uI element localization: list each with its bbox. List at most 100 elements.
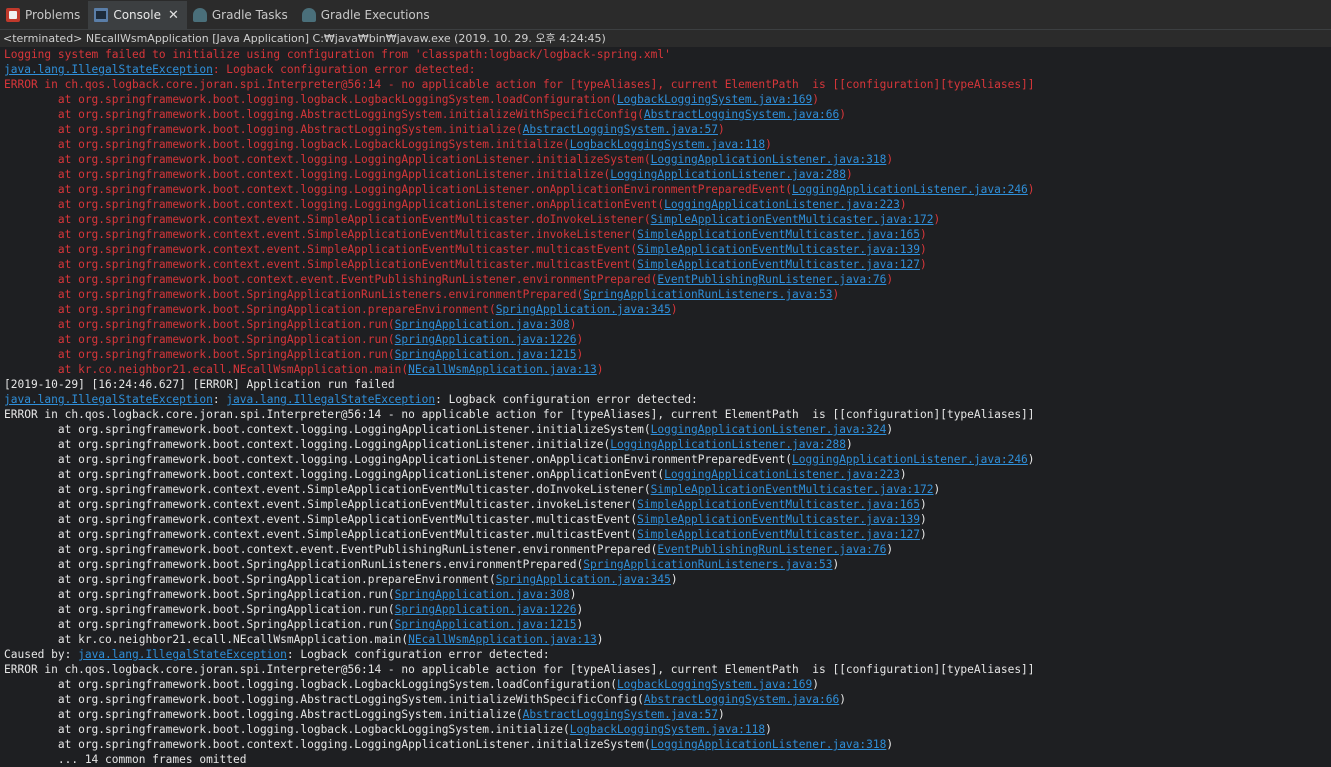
stacktrace-link[interactable]: LoggingApplicationListener.java:246: [792, 183, 1028, 196]
stacktrace-link[interactable]: LoggingApplicationListener.java:318: [651, 153, 887, 166]
console-line: ERROR in ch.qos.logback.core.joran.spi.I…: [4, 77, 1331, 92]
stacktrace-link[interactable]: EventPublishingRunListener.java:76: [657, 273, 886, 286]
stacktrace-link[interactable]: LoggingApplicationListener.java:288: [610, 438, 846, 451]
console-text: ): [1027, 183, 1035, 196]
console-line: at org.springframework.boot.context.logg…: [4, 152, 1331, 167]
stacktrace-link[interactable]: SpringApplication.java:308: [395, 318, 570, 331]
console-text: ): [717, 123, 725, 136]
console-text: ): [569, 588, 577, 601]
console-text: at org.springframework.boot.SpringApplic…: [4, 318, 395, 331]
stacktrace-link[interactable]: AbstractLoggingSystem.java:57: [523, 123, 718, 136]
console-text: at org.springframework.boot.context.logg…: [4, 183, 793, 196]
console-line: ERROR in ch.qos.logback.core.joran.spi.I…: [4, 407, 1331, 422]
stacktrace-link[interactable]: SpringApplication.java:1215: [395, 618, 577, 631]
tab-problems[interactable]: Problems: [0, 1, 88, 29]
stacktrace-link[interactable]: LogbackLoggingSystem.java:118: [570, 138, 765, 151]
tab-label: Gradle Tasks: [211, 8, 288, 22]
console-line: at kr.co.neighbor21.ecall.NEcallWsmAppli…: [4, 362, 1331, 377]
console-line: at org.springframework.boot.logging.Abst…: [4, 692, 1331, 707]
stacktrace-link[interactable]: SpringApplication.java:345: [496, 573, 671, 586]
tab-gradle-executions[interactable]: Gradle Executions: [296, 1, 438, 29]
stacktrace-link[interactable]: SpringApplication.java:1226: [395, 333, 577, 346]
console-text: at org.springframework.boot.logging.logb…: [4, 723, 570, 736]
stacktrace-link[interactable]: SpringApplication.java:1226: [395, 603, 577, 616]
console-text: at org.springframework.context.event.Sim…: [4, 483, 651, 496]
problems-icon: [6, 8, 20, 22]
stacktrace-link[interactable]: LogbackLoggingSystem.java:169: [617, 678, 812, 691]
console-text: at org.springframework.boot.SpringApplic…: [4, 603, 395, 616]
stacktrace-link[interactable]: SimpleApplicationEventMulticaster.java:1…: [637, 498, 920, 511]
tab-gradle-tasks[interactable]: Gradle Tasks: [187, 1, 296, 29]
stacktrace-link[interactable]: SimpleApplicationEventMulticaster.java:1…: [637, 228, 920, 241]
console-text: at org.springframework.context.event.Sim…: [4, 498, 638, 511]
tab-console[interactable]: Console ✕: [88, 1, 187, 29]
stacktrace-link[interactable]: SimpleApplicationEventMulticaster.java:1…: [637, 528, 920, 541]
stacktrace-link[interactable]: SimpleApplicationEventMulticaster.java:1…: [637, 243, 920, 256]
console-text: :: [212, 393, 227, 406]
console-text: ): [670, 303, 678, 316]
stacktrace-link[interactable]: SpringApplication.java:345: [496, 303, 671, 316]
console-text: ): [845, 168, 853, 181]
console-text: at org.springframework.boot.context.logg…: [4, 453, 793, 466]
gradle-executions-icon: [301, 8, 316, 22]
stacktrace-link[interactable]: java.lang.IllegalStateException: [4, 63, 213, 76]
console-text: at org.springframework.boot.context.logg…: [4, 738, 651, 751]
stacktrace-link[interactable]: java.lang.IllegalStateException: [226, 393, 435, 406]
console-line: at org.springframework.boot.SpringApplic…: [4, 572, 1331, 587]
console-text: ERROR in ch.qos.logback.core.joran.spi.I…: [4, 663, 1035, 676]
stacktrace-link[interactable]: AbstractLoggingSystem.java:57: [523, 708, 718, 721]
console-text: at org.springframework.boot.logging.Abst…: [4, 708, 523, 721]
stacktrace-link[interactable]: NEcallWsmApplication.java:13: [408, 363, 597, 376]
stacktrace-link[interactable]: java.lang.IllegalStateException: [4, 393, 213, 406]
console-line: java.lang.IllegalStateException: java.la…: [4, 392, 1331, 407]
console-line: ... 14 common frames omitted: [4, 752, 1331, 767]
console-text: ): [886, 423, 894, 436]
console-text: ): [920, 258, 927, 271]
console-text: at org.springframework.context.event.Sim…: [4, 243, 638, 256]
stacktrace-link[interactable]: LogbackLoggingSystem.java:118: [570, 723, 765, 736]
console-text: at org.springframework.boot.context.logg…: [4, 438, 611, 451]
stacktrace-link[interactable]: LoggingApplicationListener.java:223: [664, 468, 900, 481]
stacktrace-link[interactable]: SpringApplicationRunListeners.java:53: [583, 558, 832, 571]
console-text: at org.springframework.boot.SpringApplic…: [4, 348, 395, 361]
stacktrace-link[interactable]: LoggingApplicationListener.java:324: [651, 423, 887, 436]
console-text: at org.springframework.boot.logging.logb…: [4, 138, 570, 151]
stacktrace-link[interactable]: LoggingApplicationListener.java:246: [792, 453, 1028, 466]
console-text: at org.springframework.boot.context.logg…: [4, 168, 611, 181]
console-output[interactable]: Logging system failed to initialize usin…: [0, 47, 1331, 767]
console-text: at org.springframework.boot.SpringApplic…: [4, 558, 584, 571]
console-text: at org.springframework.boot.context.logg…: [4, 153, 651, 166]
stacktrace-link[interactable]: LoggingApplicationListener.java:288: [610, 168, 846, 181]
console-text: : Logback configuration error detected:: [435, 393, 705, 406]
console-line: at org.springframework.boot.context.logg…: [4, 737, 1331, 752]
console-line: at org.springframework.boot.SpringApplic…: [4, 557, 1331, 572]
console-line: at org.springframework.boot.logging.Abst…: [4, 107, 1331, 122]
close-icon[interactable]: ✕: [168, 8, 179, 23]
console-text: at org.springframework.context.event.Sim…: [4, 228, 638, 241]
console-text: at org.springframework.boot.logging.Abst…: [4, 123, 523, 136]
console-line: at org.springframework.boot.context.logg…: [4, 167, 1331, 182]
stacktrace-link[interactable]: SimpleApplicationEventMulticaster.java:1…: [637, 513, 920, 526]
console-text: at org.springframework.boot.SpringApplic…: [4, 588, 395, 601]
stacktrace-link[interactable]: LoggingApplicationListener.java:223: [664, 198, 900, 211]
view-tab-bar: Problems Console ✕ Gradle Tasks Gradle E…: [0, 0, 1331, 30]
stacktrace-link[interactable]: SimpleApplicationEventMulticaster.java:1…: [637, 258, 920, 271]
stacktrace-link[interactable]: SimpleApplicationEventMulticaster.java:1…: [651, 483, 934, 496]
stacktrace-link[interactable]: AbstractLoggingSystem.java:66: [644, 108, 839, 121]
console-text: at org.springframework.context.event.Sim…: [4, 528, 638, 541]
stacktrace-link[interactable]: NEcallWsmApplication.java:13: [408, 633, 597, 646]
stacktrace-link[interactable]: EventPublishingRunListener.java:76: [657, 543, 886, 556]
console-line: at org.springframework.boot.SpringApplic…: [4, 587, 1331, 602]
stacktrace-link[interactable]: LogbackLoggingSystem.java:169: [617, 93, 812, 106]
stacktrace-link[interactable]: SpringApplicationRunListeners.java:53: [583, 288, 832, 301]
console-text: at org.springframework.boot.logging.logb…: [4, 678, 617, 691]
stacktrace-link[interactable]: AbstractLoggingSystem.java:66: [644, 693, 839, 706]
stacktrace-link[interactable]: SimpleApplicationEventMulticaster.java:1…: [651, 213, 934, 226]
stacktrace-link[interactable]: SpringApplication.java:1215: [395, 348, 577, 361]
console-text: ): [1027, 453, 1035, 466]
stacktrace-link[interactable]: LoggingApplicationListener.java:318: [651, 738, 887, 751]
stacktrace-link[interactable]: SpringApplication.java:308: [395, 588, 570, 601]
console-text: ): [812, 93, 820, 106]
stacktrace-link[interactable]: java.lang.IllegalStateException: [78, 648, 287, 661]
tab-label: Gradle Executions: [320, 8, 430, 22]
